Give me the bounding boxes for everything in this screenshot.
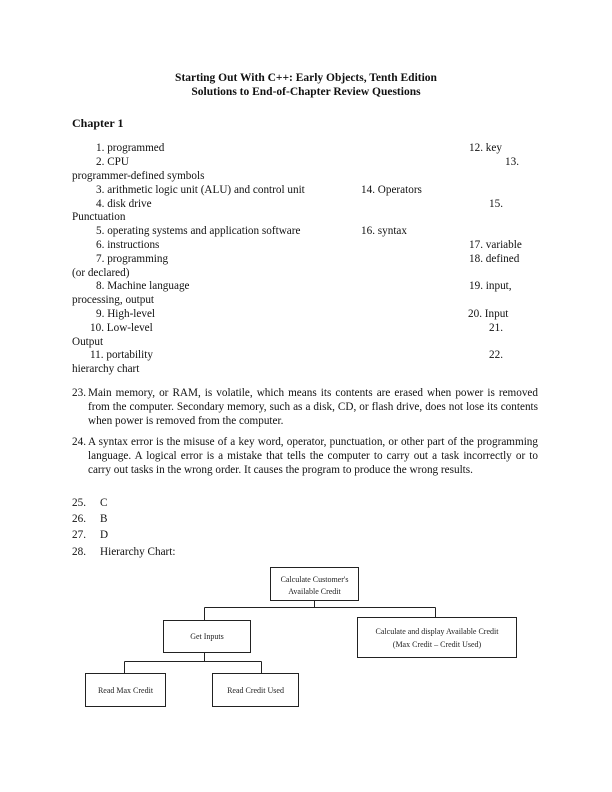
hierarchy-chart: Calculate Customer's Available Credit Ge… [85,567,517,707]
chart-box-calc-display [357,617,517,658]
chart-label-read-used: Read Credit Used [227,686,284,695]
chart-label-root-2: Available Credit [288,587,341,596]
chart-label-root-1: Calculate Customer's [281,575,349,584]
chart-label-calc-display-2: (Max Credit – Credit Used) [393,640,482,649]
chart-label-calc-display-1: Calculate and display Available Credit [376,627,500,636]
chart-label-get-inputs: Get Inputs [190,632,224,641]
chart-label-read-max: Read Max Credit [98,686,154,695]
